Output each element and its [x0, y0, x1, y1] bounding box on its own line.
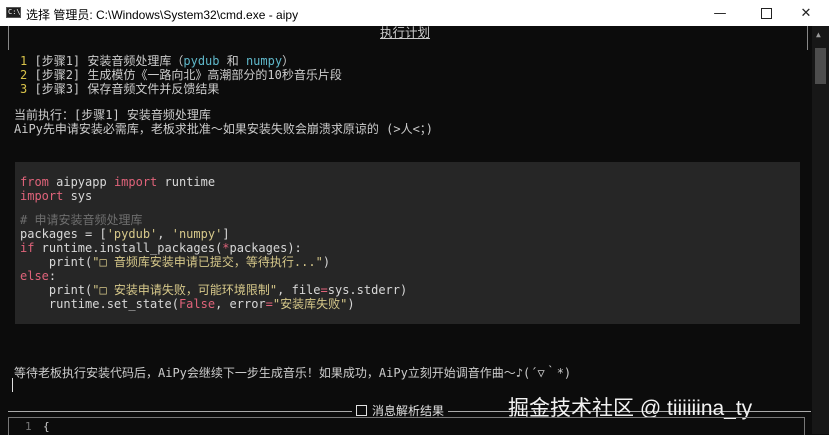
step-number: 2: [20, 68, 28, 82]
plan-title: 执行计划: [380, 25, 431, 40]
code-block[interactable]: from aipyapp import runtime import sys #…: [15, 162, 800, 324]
line-number: 1: [25, 420, 32, 433]
scrollbar-thumb[interactable]: [815, 48, 826, 84]
scroll-up-icon[interactable]: ▲: [816, 30, 821, 39]
console-output[interactable]: 执行计划 1 [步骤1] 安装音频处理库（pydub 和 numpy） 2 [步…: [0, 25, 812, 435]
keyword: else: [20, 269, 49, 283]
package-name: pydub: [183, 54, 220, 68]
code-text: packages = [: [20, 227, 107, 241]
code-text: runtime.install_packages(: [34, 241, 223, 255]
string-literal: 'numpy': [171, 227, 223, 241]
step-text: 和: [219, 54, 246, 68]
code-text: runtime.set_state(: [20, 297, 179, 311]
code-line-1: from aipyapp import runtime: [20, 175, 216, 190]
code-line-2: import sys: [20, 189, 93, 204]
plan-step-3: 3 [步骤3] 保存音频文件并反馈结果: [20, 82, 219, 96]
code-text: , error: [215, 297, 266, 311]
code-text: runtime: [157, 175, 216, 189]
code-line-4: packages = ['pydub', 'numpy']: [20, 227, 230, 242]
window-title: 选择 管理员: C:\Windows\System32\cmd.exe - ai…: [26, 8, 299, 22]
plan-step-2: 2 [步骤2] 生成模仿《一路向北》高潮部分的10秒音乐片段: [20, 68, 342, 82]
code-line-7: else:: [20, 269, 57, 284]
close-icon: ✕: [800, 5, 812, 21]
code-text: print(: [20, 255, 93, 269]
string-literal: "□ 音频库安装申请已提交，等待执行...": [92, 255, 323, 269]
keyword: import: [113, 175, 158, 189]
operator: *: [222, 241, 230, 255]
code-text: :: [48, 269, 57, 283]
keyword: import: [20, 189, 64, 203]
text-cursor: [12, 378, 13, 392]
step-text: [步骤3] 保存音频文件并反馈结果: [34, 82, 220, 96]
minimize-icon: —: [713, 5, 727, 21]
string-literal: 'pydub': [106, 227, 158, 241]
code-text: print(: [20, 283, 93, 297]
step-text: [步骤2] 生成模仿《一路向北》高潮部分的10秒音乐片段: [34, 68, 342, 82]
string-literal: "□ 安装申请失败，可能环境限制": [92, 283, 278, 297]
current-step-note: AiPy先申请安装必需库，老板求批准～如果安装失败会崩溃求原谅的 (>人<；): [14, 122, 434, 136]
step-number: 3: [20, 82, 28, 96]
code-line-9: runtime.set_state(False, error="安装库失败"): [20, 297, 355, 312]
parse-result-panel: 1 {: [8, 417, 805, 435]
string-literal: "安装库失败": [272, 297, 348, 311]
step-number: 1: [20, 54, 28, 68]
current-step-line: 当前执行：[步骤1] 安装音频处理库: [14, 108, 211, 122]
code-line-5: if runtime.install_packages(*packages):: [20, 241, 302, 256]
json-text: {: [43, 420, 50, 433]
maximize-icon: [760, 7, 772, 19]
operator: =: [320, 283, 328, 297]
cmd-app-icon: C:\: [6, 7, 21, 18]
code-text: sys.stderr): [327, 283, 408, 297]
separator-label: 消息解析结果: [352, 404, 449, 418]
code-text: ): [347, 297, 355, 311]
panel-border-left: [8, 26, 9, 50]
step-text: [步骤1] 安装音频处理库（: [34, 54, 184, 68]
code-text: ): [322, 255, 331, 269]
close-button[interactable]: ✕: [783, 0, 829, 26]
code-line-6: print("□ 音频库安装申请已提交，等待执行..."): [20, 255, 331, 270]
code-comment: # 申请安装音频处理库: [20, 213, 143, 227]
keyword: False: [178, 297, 216, 311]
code-text: sys: [63, 189, 93, 203]
code-text: aipyapp: [48, 175, 114, 189]
code-text: , file: [277, 283, 321, 297]
vertical-scrollbar[interactable]: ▲: [812, 26, 829, 434]
code-text: packages):: [229, 241, 302, 255]
operator: =: [265, 297, 273, 311]
window-titlebar[interactable]: C:\ 选择 管理员: C:\Windows\System32\cmd.exe …: [0, 0, 829, 26]
plan-step-1: 1 [步骤1] 安装音频处理库（pydub 和 numpy）: [20, 54, 294, 68]
package-name: numpy: [245, 54, 283, 68]
code-line-8: print("□ 安装申请失败，可能环境限制", file=sys.stderr…: [20, 283, 408, 298]
separator-text: 消息解析结果: [372, 404, 445, 418]
code-text: ]: [222, 227, 230, 241]
step-text: ）: [282, 54, 295, 68]
code-text: ,: [157, 227, 172, 241]
keyword: from: [20, 175, 49, 189]
panel-border-right: [807, 26, 808, 50]
minimize-button[interactable]: —: [697, 0, 743, 26]
keyword: if: [20, 241, 35, 255]
status-line: 等待老板执行安装代码后，AiPy会继续下一步生成音乐！如果成功，AiPy立刻开始…: [14, 366, 572, 380]
checkbox-icon: [356, 405, 367, 416]
